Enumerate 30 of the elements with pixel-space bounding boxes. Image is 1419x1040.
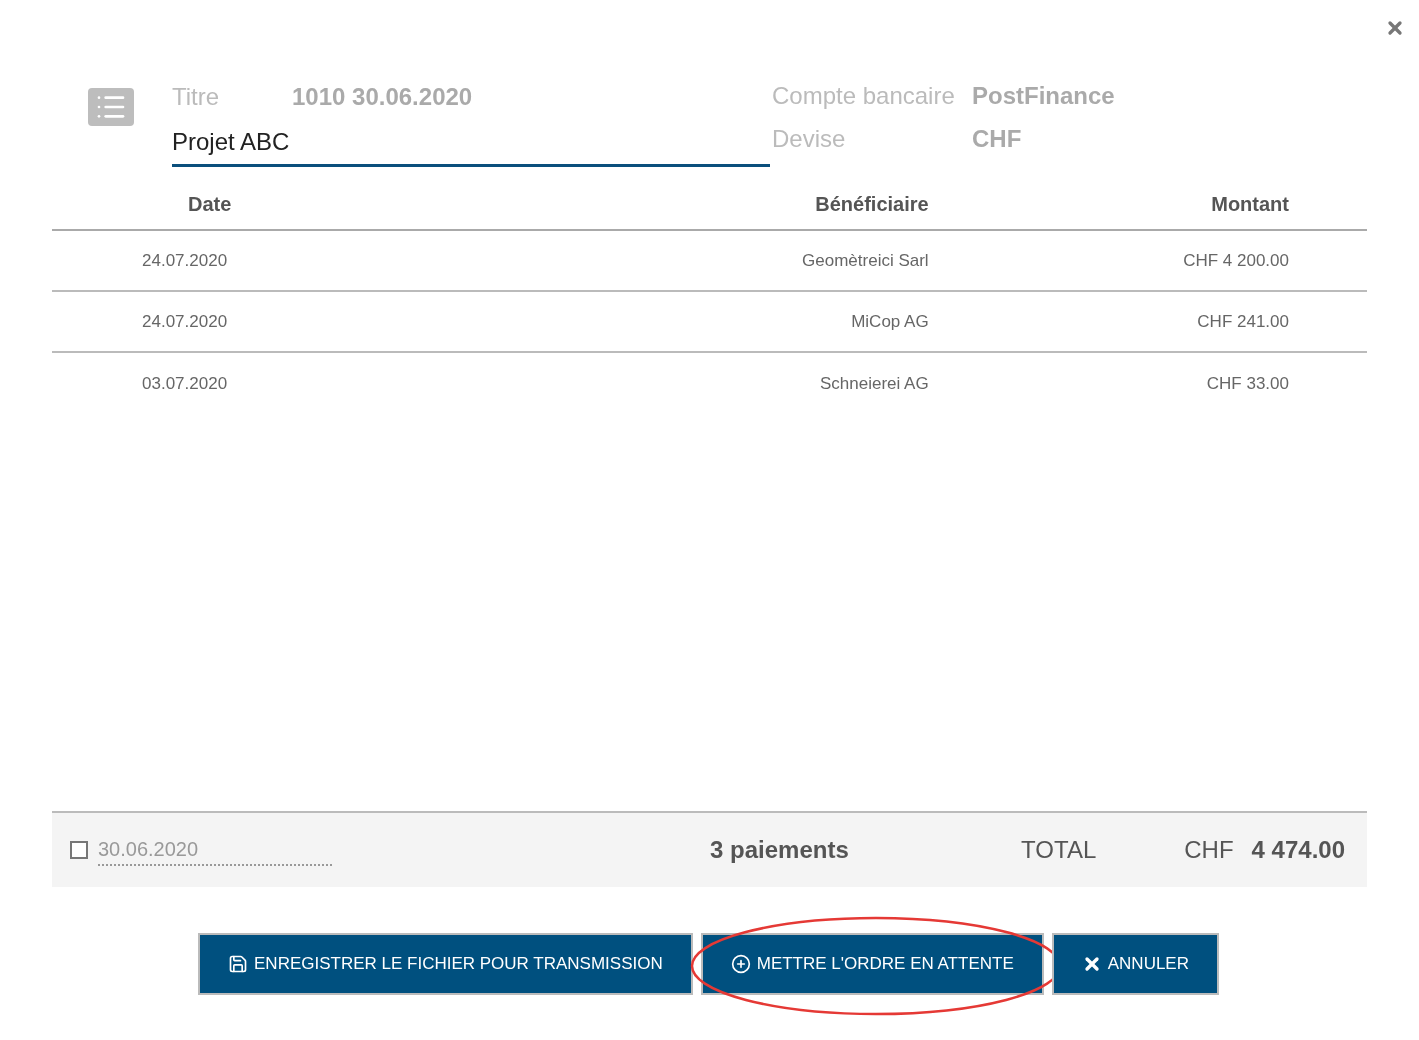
column-header: Date xyxy=(187,192,233,217)
checkbox[interactable] xyxy=(70,841,88,859)
info-value: PostFinance xyxy=(972,81,1115,111)
table-cell-text: MiCop AG xyxy=(850,310,929,333)
plus-circle-icon xyxy=(730,954,751,974)
table-cell-text: 03.07.2020 xyxy=(141,372,229,395)
table-cell-text: Geomètreici Sarl xyxy=(801,249,929,272)
total-label: TOTAL xyxy=(1021,835,1097,865)
column-header: Montant xyxy=(1210,192,1290,217)
info-value: CHF xyxy=(972,124,1023,154)
table-cell-text: 24.07.2020 xyxy=(141,310,229,333)
info-label: Devise xyxy=(772,124,847,154)
total-amount: 4 474.00 xyxy=(1251,835,1345,865)
title-label: Titre xyxy=(172,82,221,112)
list-icon xyxy=(88,88,134,126)
action-button[interactable]: ANNULER xyxy=(1051,933,1219,995)
close-button[interactable] xyxy=(1385,18,1405,38)
table-cell-text: CHF 4 200.00 xyxy=(1182,249,1290,272)
column-header: Bénéficiaire xyxy=(814,192,929,217)
table-cell-text: Schneierei AG xyxy=(818,372,929,395)
table-cell-text: CHF 241.00 xyxy=(1196,310,1290,333)
action-button[interactable]: METTRE L'ORDRE EN ATTENTE xyxy=(700,933,1044,995)
title-input[interactable]: Projet ABC xyxy=(172,124,770,167)
table-cell-text: CHF 33.00 xyxy=(1205,372,1290,395)
action-button[interactable]: ENREGISTRER LE FICHIER POUR TRANSMISSION xyxy=(198,933,693,995)
payment-count: 3 paiements xyxy=(710,835,849,865)
table-cell-text: 24.07.2020 xyxy=(141,249,229,272)
info-label: Compte bancaire xyxy=(772,81,956,111)
title-value: 1010 30.06.2020 xyxy=(292,82,473,112)
total-currency: CHF xyxy=(1184,835,1234,865)
